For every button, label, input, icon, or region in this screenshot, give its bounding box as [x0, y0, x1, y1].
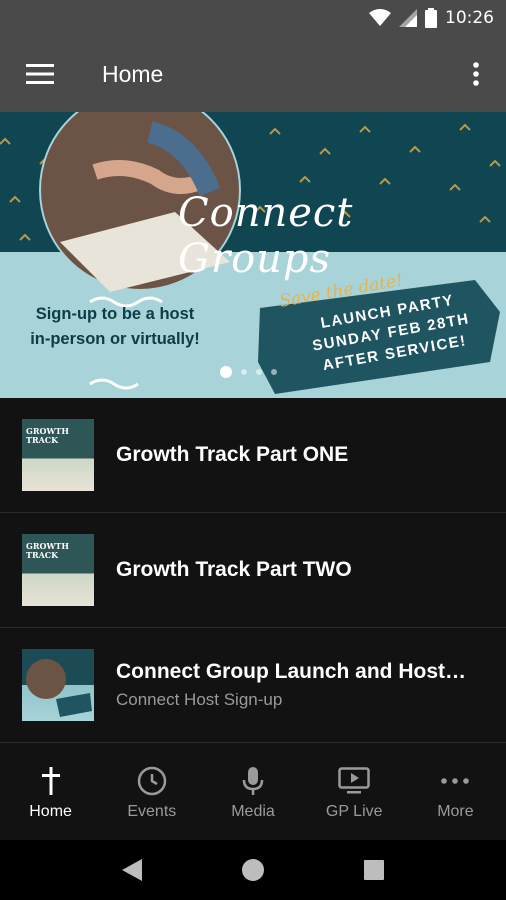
carousel-dot[interactable] — [220, 366, 232, 378]
carousel-dot[interactable] — [241, 369, 247, 375]
clock-icon — [137, 766, 167, 795]
tab-home[interactable]: Home — [0, 743, 101, 840]
list-item[interactable]: GROWTH TRACK Growth Track Part TWO — [0, 513, 506, 628]
page-title: Home — [102, 60, 164, 87]
tab-label: Home — [29, 802, 72, 820]
tab-more[interactable]: More — [405, 743, 506, 840]
list-item-subtitle: Connect Host Sign-up — [116, 690, 283, 709]
tab-gp-live[interactable]: GP Live — [304, 743, 405, 840]
back-button[interactable] — [112, 850, 152, 890]
banner-carousel[interactable]: Connect Groups Sign-up to be a host in-p… — [0, 112, 506, 398]
content-list: GROWTH TRACK Growth Track Part ONE GROWT… — [0, 398, 506, 743]
status-time: 10:26 — [445, 8, 494, 28]
tv-play-icon — [338, 766, 370, 793]
back-triangle-icon — [122, 859, 143, 881]
banner-title: Connect Groups — [178, 190, 354, 282]
tab-media[interactable]: Media — [202, 743, 303, 840]
tab-label: More — [437, 802, 474, 820]
bottom-navigation: Home Events Media GP Live More — [0, 743, 506, 840]
list-item-thumbnail: GROWTH TRACK — [22, 419, 94, 491]
hamburger-icon — [26, 64, 54, 84]
banner-signup-text: Sign-up to be a host in-person or virtua… — [30, 305, 200, 348]
overflow-menu-button[interactable] — [446, 36, 506, 112]
recents-square-icon — [363, 860, 384, 880]
more-vertical-icon — [473, 62, 479, 86]
signal-icon — [399, 9, 417, 27]
list-item-thumbnail — [22, 649, 94, 721]
recents-button[interactable] — [354, 850, 394, 890]
battery-icon — [425, 8, 437, 28]
tab-label: Media — [231, 802, 275, 820]
tab-label: Events — [127, 802, 177, 820]
tab-label: GP Live — [325, 802, 383, 820]
menu-button[interactable] — [0, 36, 80, 112]
system-navigation-bar — [0, 840, 506, 900]
tab-events[interactable]: Events — [101, 743, 202, 840]
carousel-indicator — [220, 366, 277, 378]
thumbnail-artwork — [26, 659, 92, 717]
thumbnail-text: GROWTH TRACK — [26, 426, 69, 445]
list-item[interactable]: GROWTH TRACK Growth Track Part ONE — [0, 398, 506, 513]
home-circle-icon — [241, 859, 264, 881]
cross-icon — [41, 766, 60, 795]
list-item-title: Growth Track Part ONE — [116, 443, 349, 466]
list-item-thumbnail: GROWTH TRACK — [22, 534, 94, 606]
app-bar: Home — [0, 36, 506, 112]
more-horizontal-icon — [441, 777, 470, 784]
carousel-dot[interactable] — [256, 369, 262, 375]
list-item[interactable]: Connect Group Launch and Host… Connect H… — [0, 628, 506, 743]
thumbnail-text: GROWTH TRACK — [26, 541, 69, 560]
home-button[interactable] — [233, 850, 273, 890]
carousel-dot[interactable] — [271, 369, 277, 375]
list-item-title: Connect Group Launch and Host… — [116, 660, 466, 683]
wifi-icon — [369, 9, 391, 26]
status-bar: 10:26 — [0, 0, 506, 36]
list-item-title: Growth Track Part TWO — [116, 558, 352, 581]
microphone-icon — [242, 766, 264, 795]
